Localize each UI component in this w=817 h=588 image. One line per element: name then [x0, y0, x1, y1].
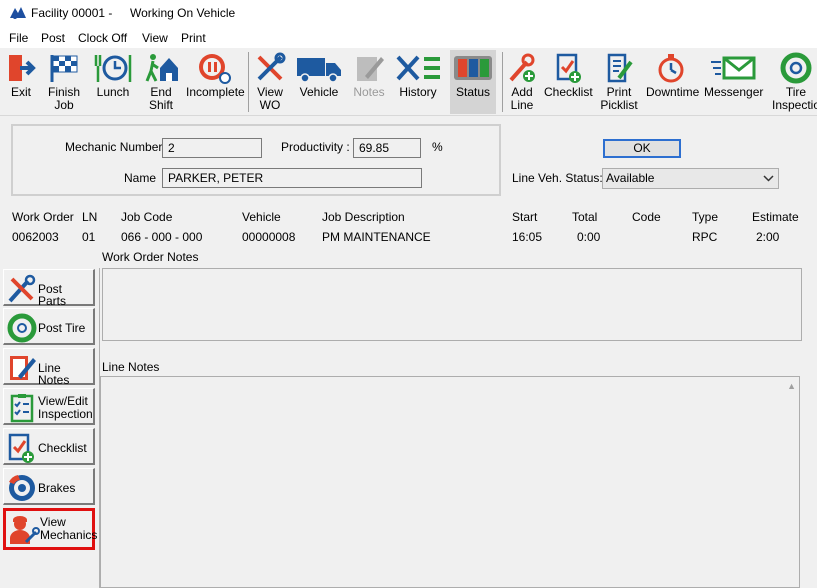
print-picklist-button[interactable]: Print Picklist — [598, 50, 640, 114]
inspection-clipboard-icon — [10, 394, 34, 423]
post-tire-button[interactable]: Post Tire — [3, 308, 95, 345]
app-logo-icon — [10, 7, 26, 19]
exit-icon — [9, 55, 36, 81]
checkered-flag-icon — [50, 55, 78, 82]
line-veh-status-value: Available — [606, 171, 655, 185]
wrench-screwdriver-icon — [257, 52, 286, 81]
checklist-icon — [556, 53, 581, 83]
stopwatch-icon — [658, 54, 684, 83]
brakes-button[interactable]: Brakes — [3, 468, 95, 505]
menu-post[interactable]: Post — [41, 31, 65, 45]
cell-start: 16:05 — [512, 230, 543, 244]
checklist-icon — [8, 433, 34, 463]
productivity-label: Productivity : — [281, 140, 350, 154]
vehicle-button[interactable]: Vehicle — [294, 50, 344, 114]
productivity-field[interactable]: 69.85 — [353, 138, 421, 158]
finish-job-button[interactable]: Finish Job — [44, 50, 84, 114]
toolbar-separator — [248, 52, 249, 112]
col-header-start: Start — [512, 210, 538, 224]
view-edit-inspection-button[interactable]: View/Edit Inspection — [3, 388, 95, 425]
cell-job-code: 066 - 000 - 000 — [121, 230, 203, 244]
name-label: Name — [124, 171, 157, 185]
brake-disc-icon — [9, 475, 35, 501]
mechanic-number-label: Mechanic Number — [65, 140, 163, 154]
work-order-notes-box[interactable] — [102, 268, 802, 341]
col-header-estimate: Estimate — [752, 210, 799, 224]
truck-icon — [297, 58, 341, 83]
tire-icon — [7, 313, 37, 343]
menu-print[interactable]: Print — [181, 31, 206, 45]
history-tools-icon — [396, 55, 440, 81]
cell-vehicle: 00000008 — [242, 230, 296, 244]
line-notes-scrollbar[interactable]: ▲ — [782, 377, 799, 587]
toolbar: Exit Finish Job Lunch End Shift Incomple… — [0, 48, 817, 116]
cell-work-order: 0062003 — [12, 230, 59, 244]
messenger-button[interactable]: Messenger — [704, 50, 763, 114]
line-veh-status-label: Line Veh. Status: — [512, 171, 603, 185]
cell-total: 0:00 — [577, 230, 601, 244]
col-header-total: Total — [572, 210, 598, 224]
print-picklist-icon — [607, 53, 633, 83]
cell-ln: 01 — [82, 230, 96, 244]
menu-clock-off[interactable]: Clock Off — [78, 31, 127, 45]
status-button[interactable]: Status — [450, 50, 496, 114]
line-notes-button[interactable]: Line Notes — [3, 348, 95, 386]
action-sidebar: Post Parts Post Tire Line Notes View/Edi… — [0, 268, 100, 588]
window-subtitle: Working On Vehicle — [130, 6, 236, 20]
notes-button[interactable]: Notes — [350, 50, 388, 114]
tire-icon — [780, 52, 812, 84]
menu-view[interactable]: View — [142, 31, 168, 45]
menu-bar: File Post Clock Off View Print — [0, 28, 817, 48]
work-order-notes-label: Work Order Notes — [102, 250, 199, 264]
line-veh-status-select[interactable]: Available — [602, 168, 779, 189]
add-wrench-icon — [509, 53, 535, 82]
col-header-job-code: Job Code — [121, 210, 173, 224]
lunch-button[interactable]: Lunch — [92, 50, 134, 114]
pause-clock-icon — [199, 54, 231, 84]
menu-file[interactable]: File — [9, 31, 28, 45]
incomplete-button[interactable]: Incomplete — [186, 50, 245, 114]
line-notes-label: Line Notes — [102, 360, 160, 374]
exit-button[interactable]: Exit — [4, 50, 38, 114]
mechanic-number-field[interactable]: 2 — [162, 138, 262, 158]
mechanic-person-icon — [10, 516, 40, 544]
col-header-code: Code — [632, 210, 661, 224]
col-header-job-description: Job Description — [322, 210, 405, 224]
lunch-clock-icon — [94, 55, 132, 82]
tire-inspection-button[interactable]: Tire Inspectio — [770, 50, 817, 114]
history-button[interactable]: History — [394, 50, 442, 114]
cell-type: RPC — [692, 230, 718, 244]
notes-pencil-icon — [10, 356, 36, 380]
window-title: Facility 00001 - — [31, 6, 113, 20]
checklist-side-button[interactable]: Checklist — [3, 428, 95, 465]
end-shift-icon — [145, 54, 178, 82]
messenger-envelope-icon — [711, 56, 756, 80]
checklist-button[interactable]: Checklist — [544, 50, 593, 114]
col-header-ln: LN — [82, 210, 98, 224]
view-wo-button[interactable]: View WO — [252, 50, 288, 114]
title-bar: Facility 00001 - Working On Vehicle — [0, 0, 817, 28]
line-notes-textarea[interactable]: ▲ — [100, 376, 800, 588]
col-header-work-order: Work Order — [12, 210, 74, 224]
col-header-vehicle: Vehicle — [242, 210, 281, 224]
ok-button[interactable]: OK — [603, 139, 681, 158]
downtime-button[interactable]: Downtime — [646, 50, 699, 114]
mechanic-name-field[interactable]: PARKER, PETER — [162, 168, 422, 188]
notes-pencil-icon — [357, 57, 384, 81]
scroll-up-icon[interactable]: ▲ — [787, 381, 796, 391]
cell-job-description: PM MAINTENANCE — [322, 230, 431, 244]
cell-estimate: 2:00 — [756, 230, 780, 244]
status-bars-icon — [454, 56, 492, 80]
productivity-unit: % — [432, 140, 443, 154]
view-mechanics-button[interactable]: View Mechanics — [3, 508, 97, 550]
add-line-button[interactable]: Add Line — [506, 50, 538, 114]
post-parts-button[interactable]: Post Parts — [3, 269, 95, 307]
toolbar-separator — [502, 52, 503, 112]
chevron-down-icon — [763, 175, 774, 182]
post-parts-icon — [8, 274, 36, 303]
end-shift-button[interactable]: End Shift — [142, 50, 180, 114]
col-header-type: Type — [692, 210, 719, 224]
